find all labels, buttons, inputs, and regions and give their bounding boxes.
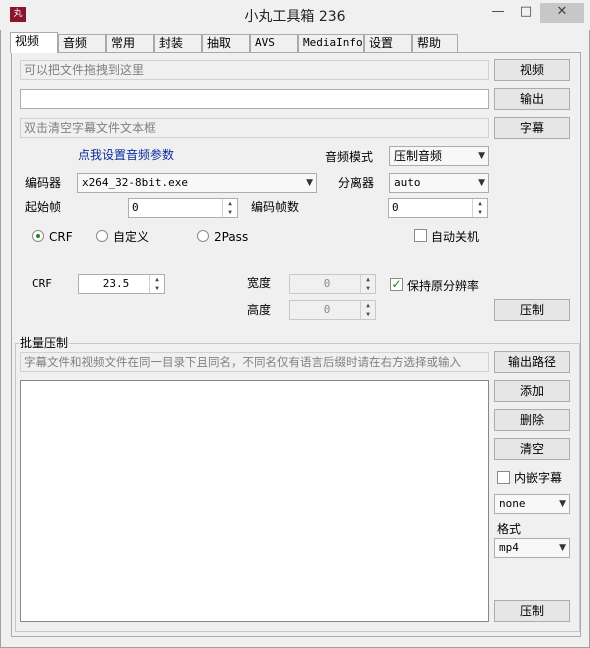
keep-resolution-checkbox[interactable]: ✓ <box>390 278 403 291</box>
tab-avs[interactable]: AVS <box>250 34 298 52</box>
auto-shutdown-checkbox[interactable] <box>414 229 427 242</box>
tab-extract[interactable]: 抽取 <box>202 34 250 52</box>
start-frame-label: 起始帧 <box>25 200 62 214</box>
checkmark-icon: ✓ <box>391 277 402 291</box>
2pass-radio[interactable] <box>197 230 209 242</box>
embed-subtitle-checkbox[interactable] <box>497 471 510 484</box>
subtitle-input-field[interactable]: 双击清空字幕文件文本框 <box>20 118 489 138</box>
encode-frames-value: 0 <box>392 201 399 214</box>
tab-help[interactable]: 帮助 <box>412 34 458 52</box>
output-input-field[interactable] <box>20 89 489 109</box>
auto-shutdown-label[interactable]: 自动关机 <box>431 229 479 245</box>
demuxer-select[interactable]: auto ▼ <box>389 173 489 193</box>
crf-label: CRF <box>32 277 52 290</box>
audio-settings-link[interactable]: 点我设置音频参数 <box>78 147 174 163</box>
encode-frames-stepper[interactable]: 0 ▲ ▼ <box>388 198 488 218</box>
subtitle-button[interactable]: 字幕 <box>494 117 570 139</box>
crf-value: 23.5 <box>102 277 130 290</box>
encode-button[interactable]: 压制 <box>494 299 570 321</box>
start-frame-stepper[interactable]: 0 ▲ ▼ <box>128 198 238 218</box>
encoder-select[interactable]: x264_32-8bit.exe ▼ <box>77 173 317 193</box>
arrow-up-icon[interactable]: ▲ <box>361 275 375 284</box>
format-select[interactable]: mp4 ▼ <box>494 538 570 558</box>
embed-subtitle-label[interactable]: 内嵌字幕 <box>514 470 562 486</box>
tab-video[interactable]: 视频 <box>10 32 58 53</box>
arrow-up-icon[interactable]: ▲ <box>223 199 237 208</box>
add-button[interactable]: 添加 <box>494 380 570 402</box>
demuxer-label: 分离器 <box>338 176 375 190</box>
batch-file-list[interactable] <box>20 380 489 622</box>
tab-settings[interactable]: 设置 <box>364 34 412 52</box>
batch-encode-button[interactable]: 压制 <box>494 600 570 622</box>
subtitle-language-value: none <box>499 497 526 510</box>
maximize-button[interactable]: □ <box>512 3 540 23</box>
arrow-down-icon[interactable]: ▼ <box>223 208 237 217</box>
arrow-up-icon[interactable]: ▲ <box>473 199 487 208</box>
chevron-down-icon: ▼ <box>478 151 485 161</box>
keep-resolution-label[interactable]: 保持原分辨率 <box>407 278 479 294</box>
arrow-down-icon[interactable]: ▼ <box>473 208 487 217</box>
encoder-label: 编码器 <box>25 176 62 190</box>
custom-radio-label[interactable]: 自定义 <box>113 229 149 245</box>
start-frame-value: 0 <box>132 201 139 214</box>
crf-stepper[interactable]: 23.5 ▲ ▼ <box>78 274 165 294</box>
height-label: 高度 <box>247 303 272 317</box>
encoder-value: x264_32-8bit.exe <box>82 176 188 189</box>
stepper-buttons[interactable]: ▲ ▼ <box>360 275 375 293</box>
subtitle-language-select[interactable]: none ▼ <box>494 494 570 514</box>
batch-hint-field[interactable]: 字幕文件和视频文件在同一目录下且同名，不同名仅有语言后缀时请在右方选择或输入 <box>20 352 489 372</box>
tab-mediainfo[interactable]: MediaInfo <box>298 34 364 52</box>
stepper-buttons[interactable]: ▲ ▼ <box>149 275 164 293</box>
close-button[interactable]: ✕ <box>540 3 584 23</box>
arrow-down-icon[interactable]: ▼ <box>361 310 375 319</box>
output-path-button[interactable]: 输出路径 <box>494 351 570 373</box>
chevron-down-icon: ▼ <box>559 543 566 553</box>
height-value: 0 <box>323 303 331 316</box>
video-input-field[interactable]: 可以把文件拖拽到这里 <box>20 60 489 80</box>
encode-frames-label: 编码帧数 <box>251 200 300 214</box>
crf-radio[interactable] <box>32 230 44 242</box>
2pass-radio-label[interactable]: 2Pass <box>214 229 248 245</box>
height-stepper[interactable]: 0 ▲ ▼ <box>289 300 376 320</box>
tab-audio[interactable]: 音频 <box>58 34 106 52</box>
tab-mux[interactable]: 封装 <box>154 34 202 52</box>
arrow-up-icon[interactable]: ▲ <box>150 275 164 284</box>
batch-group-label: 批量压制 <box>19 335 70 351</box>
video-button[interactable]: 视频 <box>494 59 570 81</box>
chevron-down-icon: ▼ <box>306 178 313 188</box>
audio-mode-value: 压制音频 <box>394 149 443 163</box>
format-value: mp4 <box>499 541 519 554</box>
audio-mode-select[interactable]: 压制音频 ▼ <box>389 146 489 166</box>
format-label: 格式 <box>497 522 522 536</box>
demuxer-value: auto <box>394 176 421 189</box>
stepper-buttons[interactable]: ▲ ▼ <box>472 199 487 217</box>
arrow-down-icon[interactable]: ▼ <box>150 284 164 293</box>
arrow-up-icon[interactable]: ▲ <box>361 301 375 310</box>
delete-button[interactable]: 删除 <box>494 409 570 431</box>
width-value: 0 <box>323 277 331 290</box>
output-button[interactable]: 输出 <box>494 88 570 110</box>
clear-button[interactable]: 清空 <box>494 438 570 460</box>
width-stepper[interactable]: 0 ▲ ▼ <box>289 274 376 294</box>
chevron-down-icon: ▼ <box>559 499 566 509</box>
stepper-buttons[interactable]: ▲ ▼ <box>360 301 375 319</box>
minimize-button[interactable]: — <box>484 3 512 23</box>
stepper-buttons[interactable]: ▲ ▼ <box>222 199 237 217</box>
tab-common[interactable]: 常用 <box>106 34 154 52</box>
crf-radio-label[interactable]: CRF <box>49 229 73 245</box>
arrow-down-icon[interactable]: ▼ <box>361 284 375 293</box>
audio-mode-label: 音频模式 <box>325 150 374 164</box>
width-label: 宽度 <box>247 276 272 290</box>
custom-radio[interactable] <box>96 230 108 242</box>
title-bar: 丸 小丸工具箱 236 — □ ✕ <box>0 0 590 30</box>
chevron-down-icon: ▼ <box>478 178 485 188</box>
